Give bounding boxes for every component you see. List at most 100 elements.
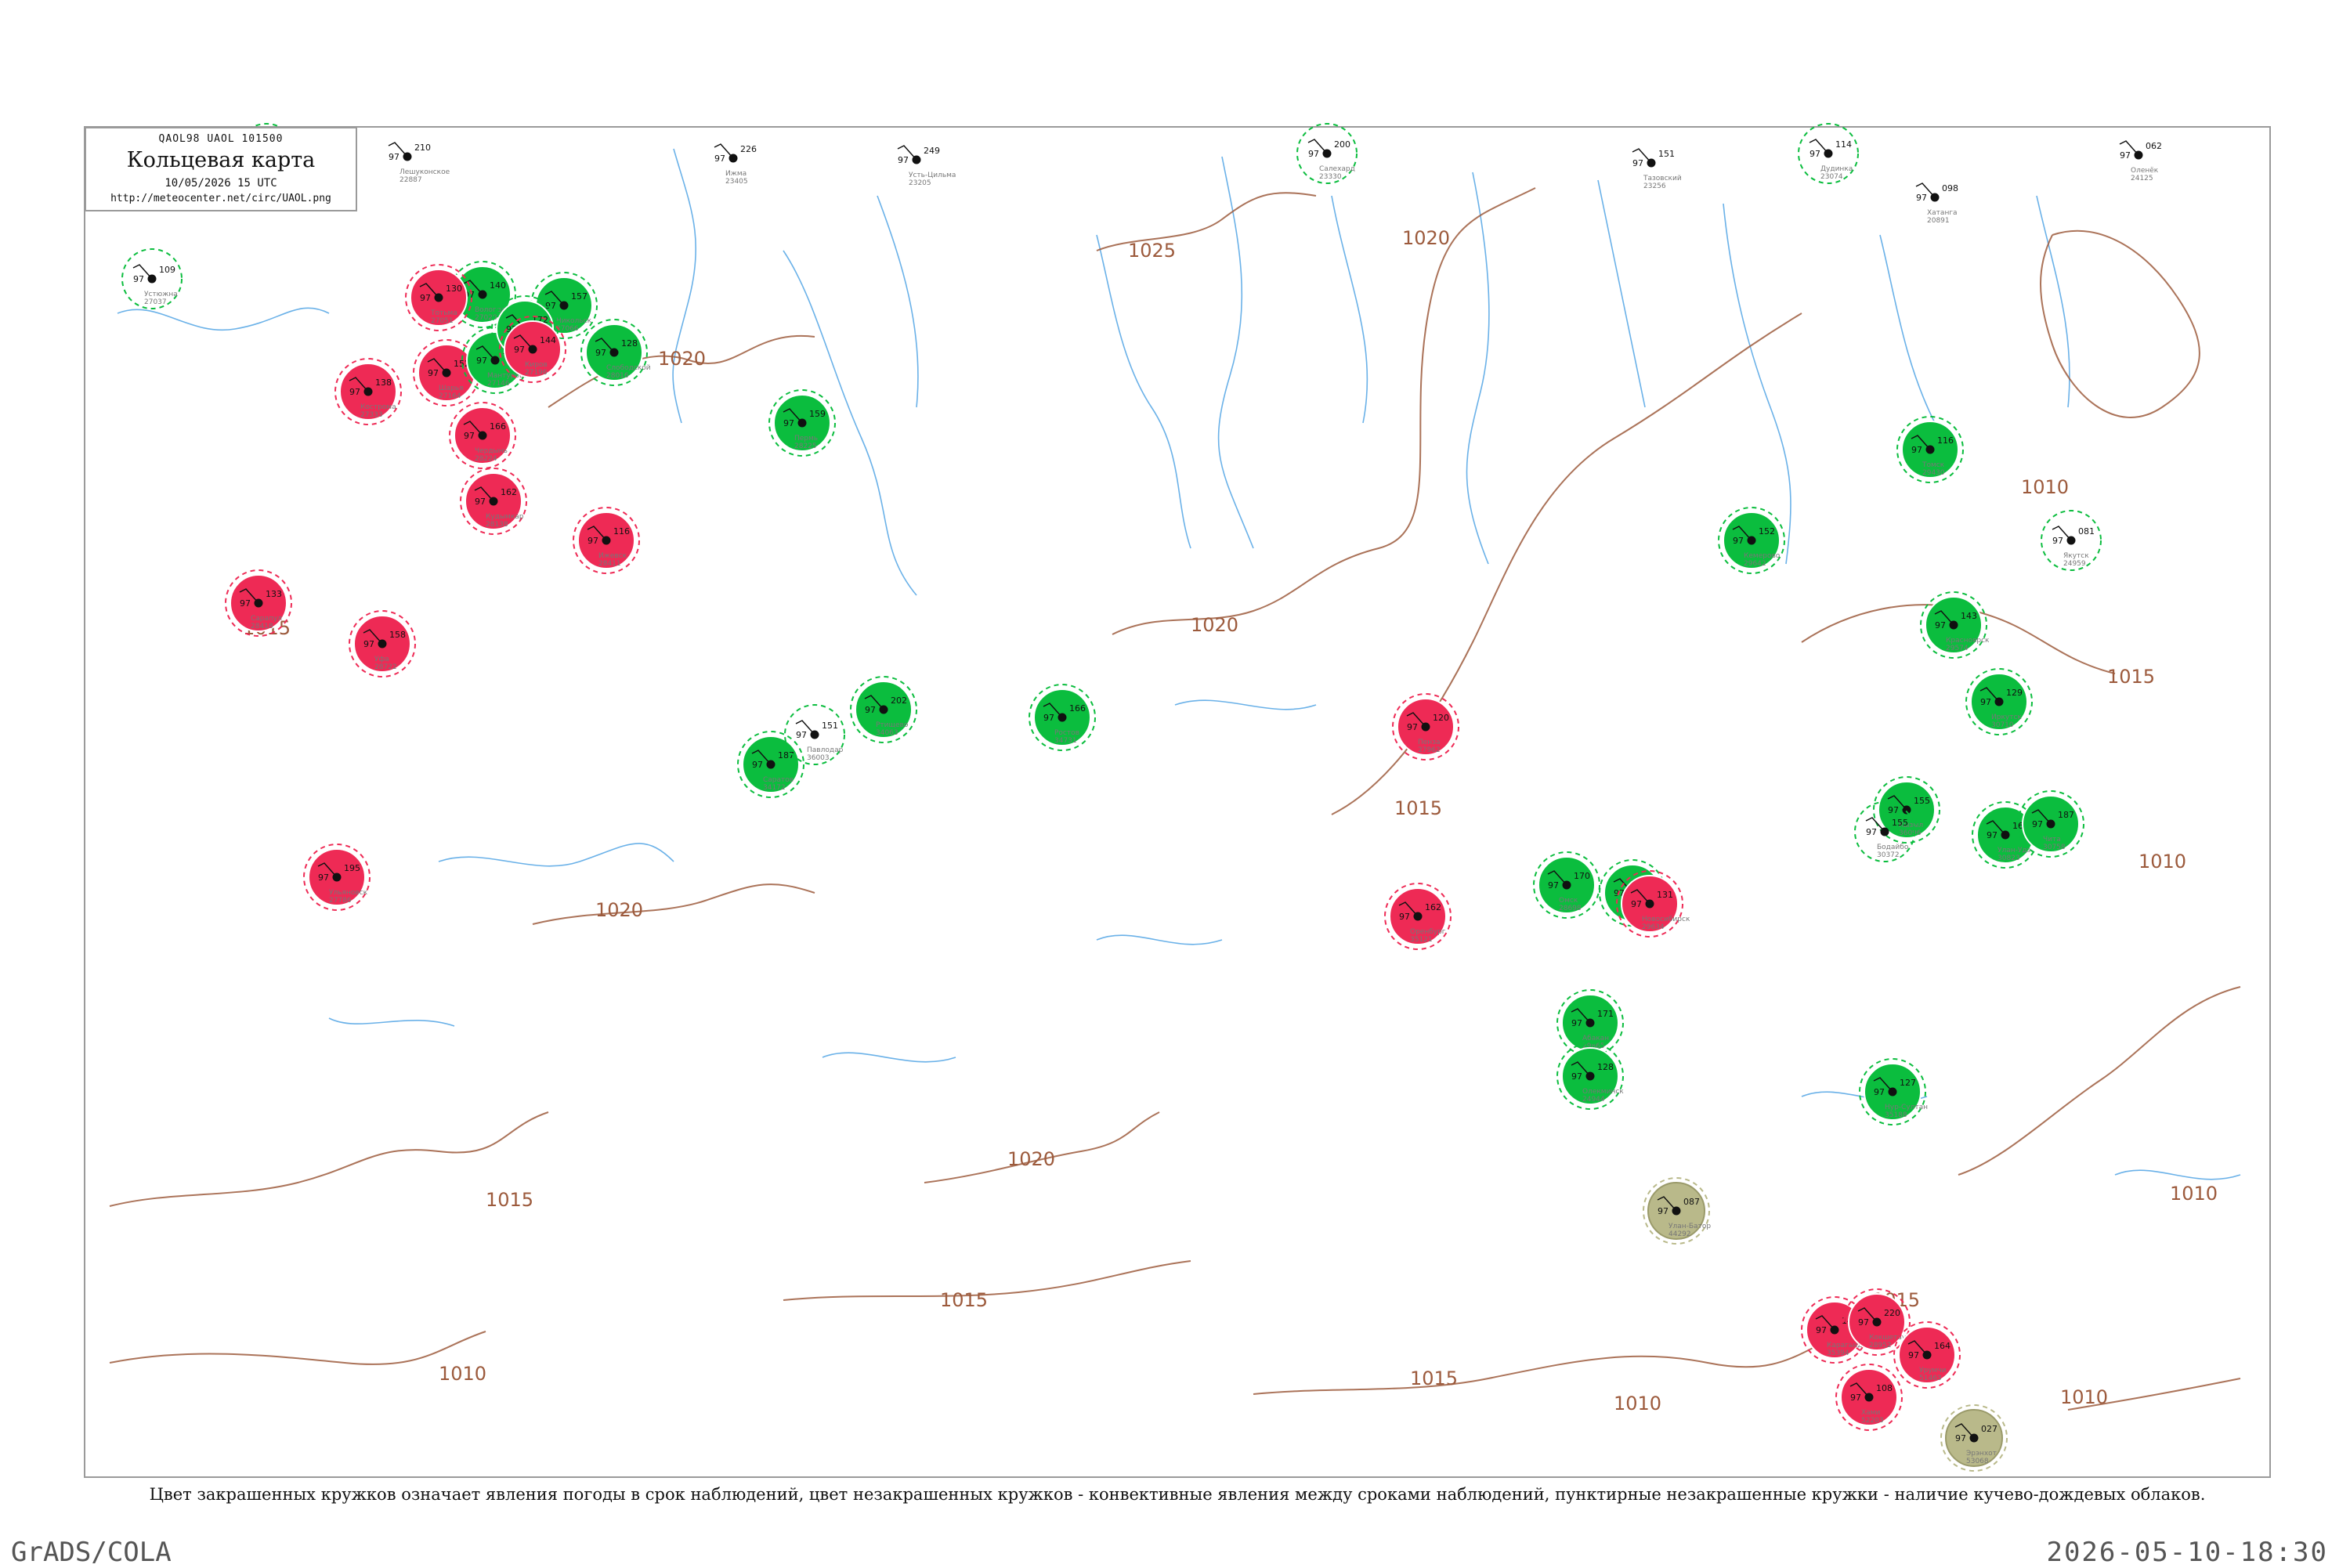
station-marker: 162 97Оренбург35121 (1384, 883, 1452, 950)
station-wmo-index: 35188 (1885, 1111, 1907, 1119)
station-pressure: 152 (1759, 526, 1775, 537)
station-pressure: 128 (1597, 1062, 1614, 1072)
station-marker: 170 97Омск28698 (1533, 851, 1600, 919)
station-name: Олекминск (1582, 1088, 1624, 1096)
station-name: Саратов (763, 776, 794, 784)
station-name: Лешуконское (400, 168, 450, 176)
station-marker: 128 97Слободской28016 (580, 319, 651, 386)
station-value: 97 (1043, 713, 1054, 723)
station-pressure: 138 (375, 378, 392, 388)
station-wmo-index: 27066 (556, 325, 579, 333)
map-title: Кольцевая карта (126, 148, 316, 172)
station-wmo-index: 28225 (794, 443, 817, 450)
station-wmo-index: 27333 (360, 411, 383, 419)
station-pressure: 098 (1942, 183, 1958, 193)
station-wmo-index: 30710 (1991, 721, 2014, 729)
station-pressure: 151 (822, 721, 838, 731)
station-marker: 158 97Уфа28722 (349, 610, 416, 677)
station-pressure: 226 (740, 144, 757, 154)
station-wmo-index: 27146 (487, 380, 510, 388)
station-name: Омск (1559, 897, 1578, 905)
station-name: Ростов (1054, 729, 1079, 737)
station-value: 97 (420, 293, 431, 303)
station-pressure: 170 (1574, 871, 1590, 881)
station-value: 97 (2120, 150, 2131, 161)
station-name: Слободской (606, 364, 651, 372)
station-name: Оренбург (1410, 928, 1446, 936)
isobar-label: 1010 (2021, 476, 2069, 498)
station-value: 97 (752, 760, 763, 770)
map-frame (84, 126, 2271, 1478)
station-marker: 17197Абакан29865 (1556, 989, 1624, 1057)
station-value: 97 (1911, 445, 1922, 455)
station-wmo-index: 29430 (1922, 469, 1945, 477)
station-name: Кострома (360, 403, 396, 411)
station-pressure: 202 (891, 695, 907, 706)
station-pressure: 155 (1892, 818, 1908, 828)
station-marker: 200 97Салехард23330 (1296, 123, 1358, 184)
map-info-box: QAOL98 UAOL 101500 Кольцевая карта 10/05… (85, 127, 357, 211)
footer-software-label: GrADS/COLA (11, 1537, 172, 1568)
isobar-label: 1015 (940, 1289, 988, 1311)
station-marker: 166 97Чердынь28224 (449, 402, 516, 469)
station-name: Иркутск (1991, 714, 2022, 721)
station-marker: 127 97Нур-Султан35188 (1859, 1058, 1928, 1125)
station-wmo-index: 30823 (1998, 854, 2020, 862)
station-marker: 151 97Павлодар36003 (784, 704, 845, 765)
station-pressure: 158 (389, 630, 406, 640)
station-name: Ртищево (876, 721, 909, 729)
station-wmo-index: 35394 (1827, 1349, 1849, 1357)
station-marker: 152 97Кемерово29642 (1718, 507, 1785, 574)
station-pressure: 116 (613, 526, 630, 537)
station-wmo-index: 28224 (475, 455, 497, 463)
station-name: Пенза (1418, 739, 1441, 746)
station-value: 97 (428, 368, 439, 378)
isobar-label: 1020 (1191, 614, 1238, 636)
station-wmo-index: 35121 (1410, 936, 1433, 944)
station-value: 97 (1874, 1087, 1885, 1097)
station-wmo-index: 44292 (1668, 1230, 1691, 1238)
station-value: 97 (1935, 620, 1946, 630)
station-pressure: 116 (1937, 435, 1954, 446)
map-source-url: http://meteocenter.net/circ/UAOL.png (110, 193, 331, 204)
station-value: 97 (1810, 149, 1820, 159)
station-pressure: 120 (1433, 713, 1449, 723)
isobar-label: 1015 (486, 1189, 533, 1211)
isobar-label: 1025 (1128, 240, 1176, 262)
isobar-label: 1010 (2170, 1183, 2218, 1205)
station-name: Уфа (374, 656, 389, 663)
station-value: 97 (1407, 722, 1418, 732)
station-marker: 116 97Ижевск28411 (573, 507, 640, 574)
station-wmo-index: 24944 (1582, 1096, 1605, 1104)
station-pressure: 133 (266, 589, 282, 599)
station-wmo-index: 28418 (251, 623, 273, 630)
station-value: 97 (1858, 1317, 1869, 1328)
station-name: Хатанга (1927, 209, 1958, 217)
isobar-label: 1020 (595, 899, 643, 921)
station-wmo-index: 27962 (1418, 746, 1441, 754)
station-wmo-index: 24959 (2063, 560, 2086, 568)
station-name: Красноярск (1946, 637, 1990, 645)
station-pressure: 151 (1658, 149, 1675, 159)
station-wmo-index: 24125 (2131, 175, 2153, 182)
station-wmo-index: 23405 (725, 178, 748, 186)
station-name: Шарья (439, 385, 464, 392)
station-name: Якутск (2063, 552, 2089, 560)
isobar-1010-south (1253, 1323, 1865, 1395)
station-pressure: 108 (1876, 1383, 1893, 1393)
station-name: Кемерово (1744, 552, 1781, 560)
station-pressure: 249 (924, 146, 940, 156)
station-value: 97 (1955, 1433, 1966, 1443)
station-wmo-index: 27164 (439, 392, 461, 400)
station-name: Пермь (794, 435, 818, 443)
station-marker: 108 97Хами52203 (1835, 1364, 1903, 1431)
station-wmo-index: 30758 (2043, 844, 2066, 851)
isobar-label: 1010 (1614, 1393, 1661, 1414)
isobar-label: 1015 (1394, 797, 1442, 819)
station-name: Урумчи (1919, 1367, 1947, 1375)
station-wmo-index: 34172 (763, 784, 786, 792)
station-value: 97 (1850, 1393, 1861, 1403)
station-pressure: 131 (1657, 890, 1673, 900)
station-wmo-index: 28411 (598, 560, 621, 568)
station-value: 97 (514, 345, 525, 355)
